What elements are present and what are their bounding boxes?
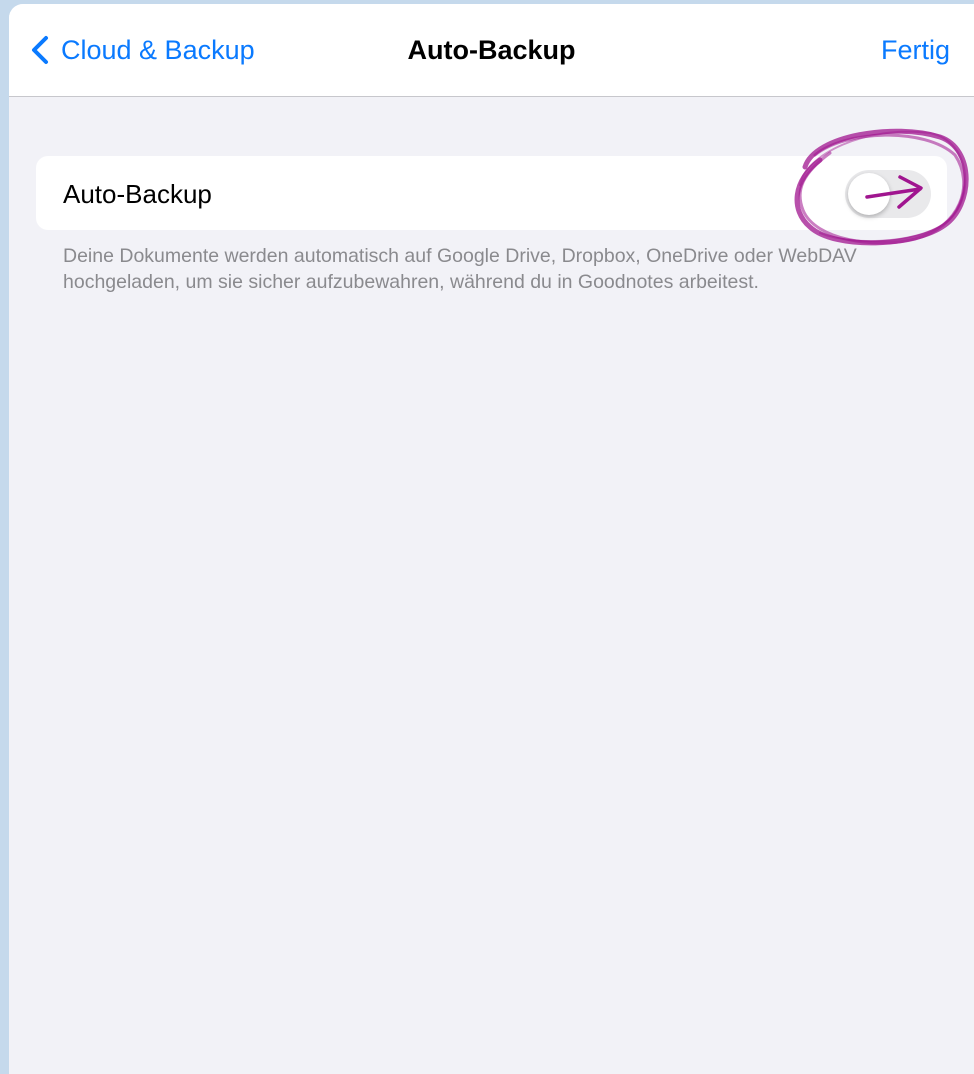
navigation-bar: Cloud & Backup Auto-Backup Fertig — [9, 4, 974, 97]
auto-backup-label: Auto-Backup — [63, 179, 212, 209]
auto-backup-description: Deine Dokumente werden automatisch auf G… — [63, 245, 857, 293]
page-title: Auto-Backup — [407, 35, 576, 65]
toggle-knob[interactable] — [848, 173, 890, 215]
settings-sheet: Cloud & Backup Auto-Backup Fertig Auto-B… — [9, 4, 974, 1074]
auto-backup-toggle[interactable] — [845, 170, 931, 218]
auto-backup-group: Auto-Backup — [36, 156, 947, 230]
done-button[interactable]: Fertig — [881, 35, 950, 66]
